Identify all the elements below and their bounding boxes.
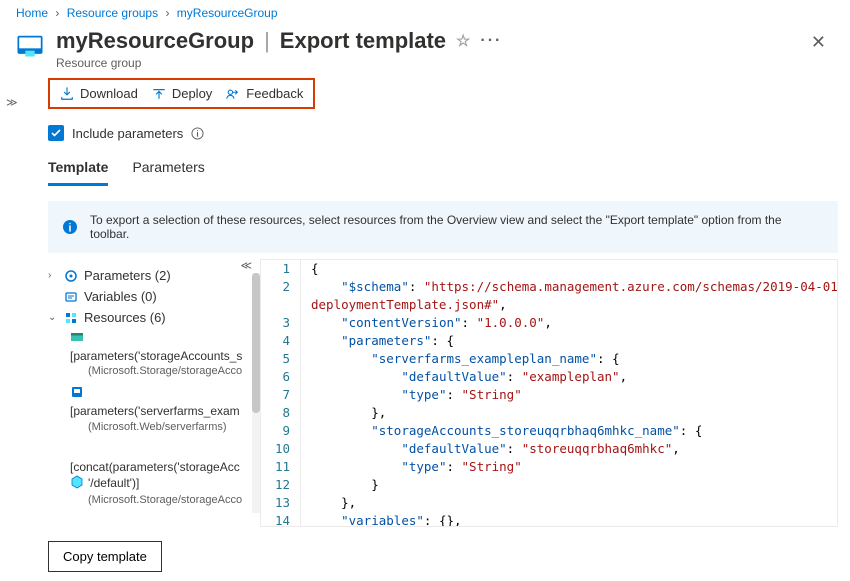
app-plan-icon <box>70 385 84 403</box>
storage-icon <box>70 475 84 493</box>
bc-sep: › <box>165 6 169 20</box>
banner-text: To export a selection of these resources… <box>90 213 824 241</box>
tree-leaf-serverfarm[interactable]: [parameters('serverfarms_exam (Microsoft… <box>48 383 252 438</box>
expand-pane-icon[interactable]: ≫ <box>6 96 18 109</box>
tabs: Template Parameters <box>48 155 838 187</box>
tree-scrollbar[interactable] <box>252 273 260 513</box>
download-button[interactable]: Download <box>60 86 138 101</box>
page-title: myResourceGroup | Export template ☆ ··· <box>56 28 791 54</box>
more-menu-icon[interactable]: ··· <box>480 32 502 50</box>
include-parameters-option[interactable]: Include parameters <box>48 125 838 141</box>
template-tree: ≪ › Parameters (2) Variables (0) ⌄ Resou… <box>48 259 260 527</box>
bc-sep: › <box>55 6 59 20</box>
code-editor[interactable]: 1{ 2 "$schema": "https://schema.manageme… <box>260 259 838 527</box>
command-toolbar: Download Deploy Feedback <box>48 78 315 109</box>
resource-group-icon <box>16 28 44 63</box>
close-icon[interactable]: ✕ <box>803 28 834 57</box>
tree-leaf-storage2[interactable]: [concat(parameters('storageAcc '/default… <box>48 438 252 511</box>
resources-icon <box>64 311 78 325</box>
parameters-icon <box>64 269 78 283</box>
page-name: Export template <box>280 28 446 54</box>
page-header: myResourceGroup | Export template ☆ ··· … <box>0 24 850 78</box>
download-icon <box>60 87 74 101</box>
feedback-button[interactable]: Feedback <box>226 86 303 101</box>
storage-icon <box>70 330 84 348</box>
tree-node-resources[interactable]: ⌄ Resources (6) <box>48 307 252 328</box>
tab-parameters[interactable]: Parameters <box>132 155 204 186</box>
bc-home[interactable]: Home <box>16 6 48 20</box>
tree-node-variables[interactable]: Variables (0) <box>48 286 252 307</box>
info-icon <box>62 219 78 235</box>
favorite-star-icon[interactable]: ☆ <box>456 31 470 51</box>
copy-template-button[interactable]: Copy template <box>48 541 162 572</box>
deploy-icon <box>152 87 166 101</box>
bc-current[interactable]: myResourceGroup <box>177 6 278 20</box>
tree-leaf-storage1[interactable]: [parameters('storageAccounts_s (Microsof… <box>48 328 252 383</box>
chevron-down-icon: ⌄ <box>48 312 58 323</box>
checkbox-checked-icon[interactable] <box>48 125 64 141</box>
resource-name: myResourceGroup <box>56 28 254 54</box>
export-info-banner: To export a selection of these resources… <box>48 201 838 253</box>
feedback-icon <box>226 87 240 101</box>
tree-node-parameters[interactable]: › Parameters (2) <box>48 265 252 286</box>
breadcrumb: Home › Resource groups › myResourceGroup <box>0 0 850 24</box>
tab-template[interactable]: Template <box>48 155 108 186</box>
info-icon[interactable] <box>191 127 204 140</box>
resource-type-subtitle: Resource group <box>56 56 791 70</box>
bc-groups[interactable]: Resource groups <box>67 6 158 20</box>
deploy-button[interactable]: Deploy <box>152 86 212 101</box>
variables-icon <box>64 290 78 304</box>
tree-leaf-storage3[interactable]: [concat(parameters('storageAcc '/default… <box>48 512 252 527</box>
collapse-tree-icon[interactable]: ≪ <box>240 259 252 272</box>
include-parameters-label: Include parameters <box>72 126 183 141</box>
chevron-right-icon: › <box>48 270 58 281</box>
